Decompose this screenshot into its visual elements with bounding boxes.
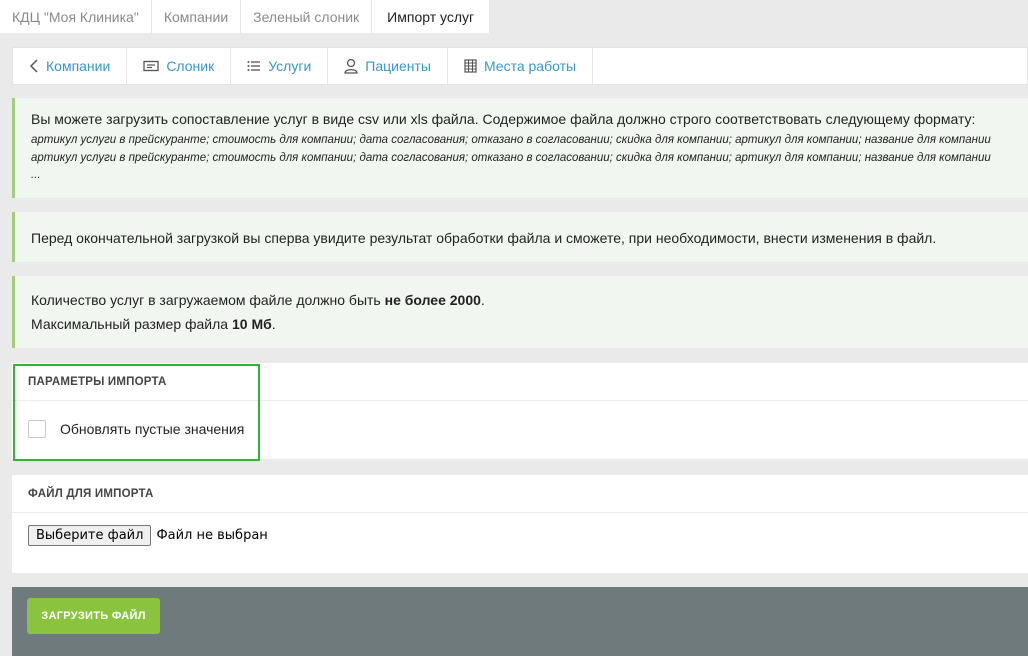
- breadcrumb-clinic[interactable]: КДЦ "Моя Клиника": [0, 0, 152, 33]
- tab-services[interactable]: Услуги: [231, 48, 329, 84]
- upload-file-button[interactable]: ЗАГРУЗИТЬ ФАЙЛ: [27, 598, 160, 634]
- list-icon: [247, 60, 261, 72]
- format-example-line: артикул услуги в прейскуранте; стоимость…: [31, 152, 991, 164]
- building-icon: [464, 59, 477, 73]
- import-params-panel: ПАРАМЕТРЫ ИМПОРТА Обновлять пустые значе…: [12, 363, 1028, 459]
- format-info-lead: Вы можете загрузить сопоставление услуг …: [31, 111, 976, 127]
- limit-count-text: Количество услуг в загружаемом файле дол…: [31, 292, 485, 308]
- file-input[interactable]: Выберите файл Файл не выбран: [28, 525, 268, 546]
- import-params-title: ПАРАМЕТРЫ ИМПОРТА: [12, 363, 1028, 401]
- chevron-left-icon: [29, 59, 39, 73]
- update-empty-checkbox[interactable]: [28, 420, 46, 438]
- user-icon: [344, 58, 358, 74]
- preview-info-text: Перед окончательной загрузкой вы сперва …: [31, 230, 937, 246]
- tab-companies-label: Компании: [46, 58, 111, 74]
- section-tabs: Компании Слоник Услуги Пациенты Места ра…: [12, 47, 1028, 85]
- action-bar: ЗАГРУЗИТЬ ФАЙЛ: [12, 587, 1028, 656]
- format-example-ellipsis: ...: [31, 169, 41, 181]
- tab-slonik-label: Слоник: [166, 58, 215, 74]
- tab-patients[interactable]: Пациенты: [328, 48, 448, 84]
- format-info-note: Вы можете загрузить сопоставление услуг …: [12, 98, 1028, 198]
- preview-info-note: Перед окончательной загрузкой вы сперва …: [12, 212, 1028, 262]
- breadcrumb: КДЦ "Моя Клиника" Компании Зеленый слони…: [0, 0, 1028, 33]
- file-status-text: Файл не выбран: [156, 528, 268, 543]
- limits-info-note: Количество услуг в загружаемом файле дол…: [12, 276, 1028, 348]
- tab-companies[interactable]: Компании: [13, 48, 128, 84]
- tab-slonik[interactable]: Слоник: [127, 48, 232, 84]
- tab-services-label: Услуги: [268, 58, 312, 74]
- card-icon: [143, 60, 159, 72]
- file-import-title: ФАЙЛ ДЛЯ ИМПОРТА: [12, 475, 1028, 513]
- breadcrumb-current: Импорт услуг: [372, 0, 491, 33]
- breadcrumb-company[interactable]: Зеленый слоник: [241, 0, 373, 33]
- update-empty-label[interactable]: Обновлять пустые значения: [60, 421, 244, 437]
- tab-patients-label: Пациенты: [365, 58, 431, 74]
- tab-workplaces[interactable]: Места работы: [448, 48, 594, 84]
- choose-file-button[interactable]: Выберите файл: [28, 525, 152, 546]
- file-import-panel: ФАЙЛ ДЛЯ ИМПОРТА Выберите файл Файл не в…: [12, 475, 1028, 573]
- limit-size-text: Максимальный размер файла 10 Мб.: [31, 316, 276, 332]
- update-empty-option[interactable]: Обновлять пустые значения: [28, 420, 244, 438]
- breadcrumb-companies[interactable]: Компании: [152, 0, 242, 33]
- format-example-line: артикул услуги в прейскуранте; стоимость…: [31, 134, 991, 146]
- tab-workplaces-label: Места работы: [483, 58, 577, 74]
